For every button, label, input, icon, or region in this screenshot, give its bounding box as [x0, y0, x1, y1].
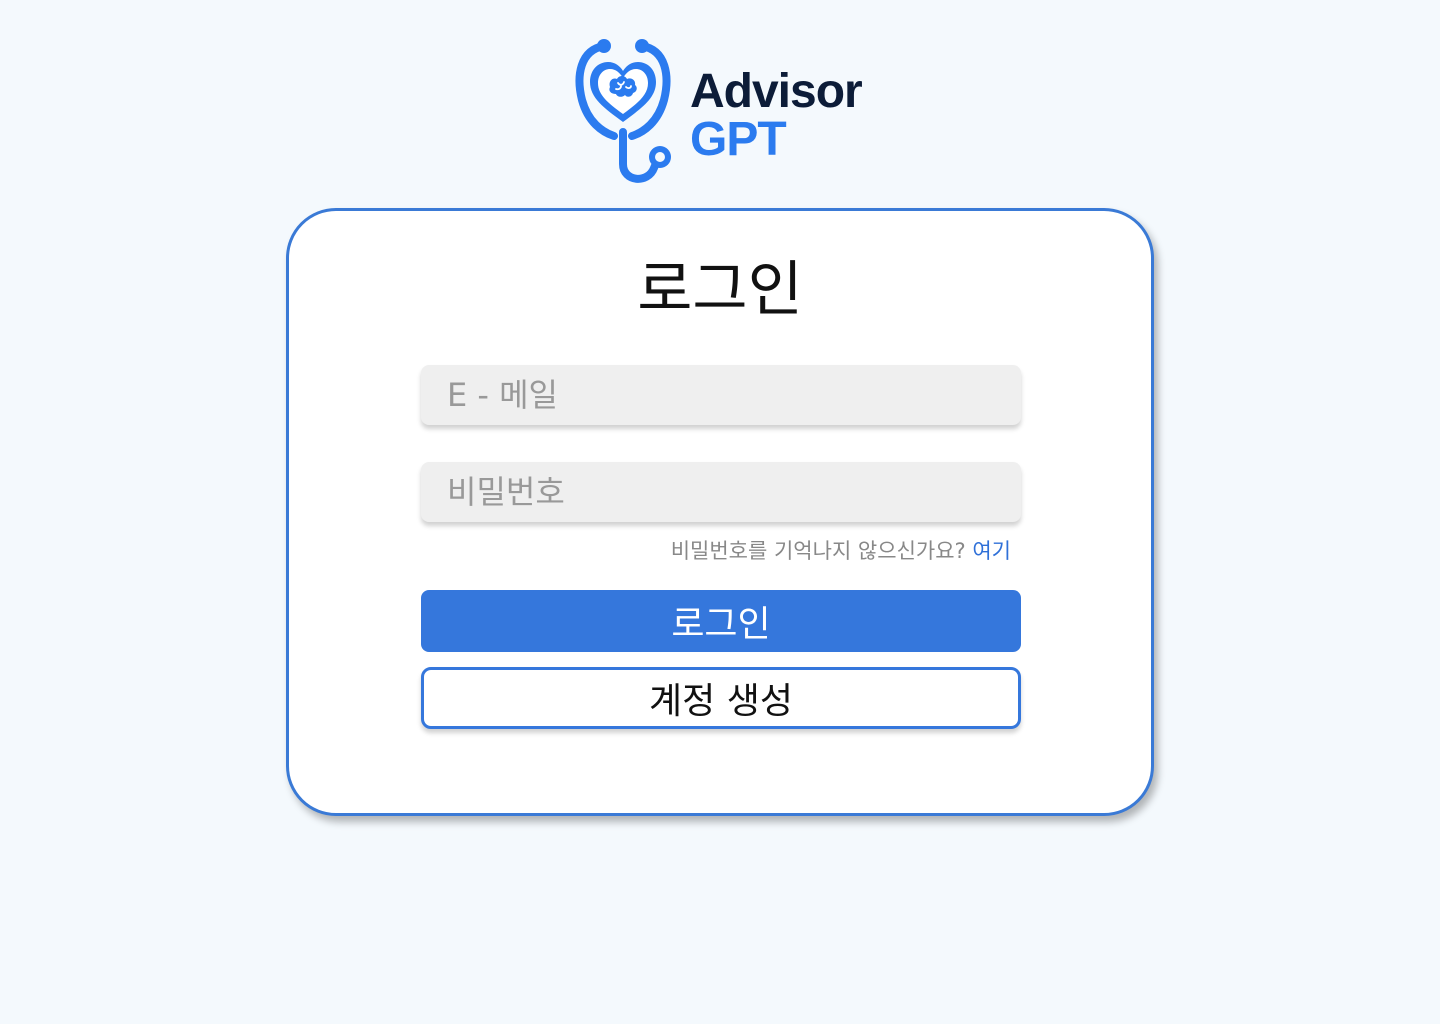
password-input[interactable] — [421, 462, 1021, 522]
email-input[interactable] — [421, 365, 1021, 425]
stethoscope-heart-brain-icon — [575, 39, 671, 183]
brand-name-line1: Advisor — [690, 65, 863, 118]
brand-name-line2: GPT — [690, 113, 787, 166]
forgot-password-link[interactable]: 여기 — [972, 539, 1011, 563]
login-page: Advisor GPT 로그인 비밀번호를 기억나지 않으신가요? 여기 로그인… — [0, 0, 1440, 1024]
login-card: 로그인 비밀번호를 기억나지 않으신가요? 여기 로그인 계정 생성 — [286, 208, 1154, 816]
login-button[interactable]: 로그인 — [421, 590, 1021, 652]
brand-logo: Advisor GPT — [574, 36, 874, 192]
page-title: 로그인 — [637, 255, 803, 325]
forgot-password-text: 비밀번호를 기억나지 않으신가요? — [670, 539, 973, 563]
create-account-button[interactable]: 계정 생성 — [421, 667, 1021, 729]
forgot-password-prompt: 비밀번호를 기억나지 않으신가요? 여기 — [671, 535, 1011, 565]
